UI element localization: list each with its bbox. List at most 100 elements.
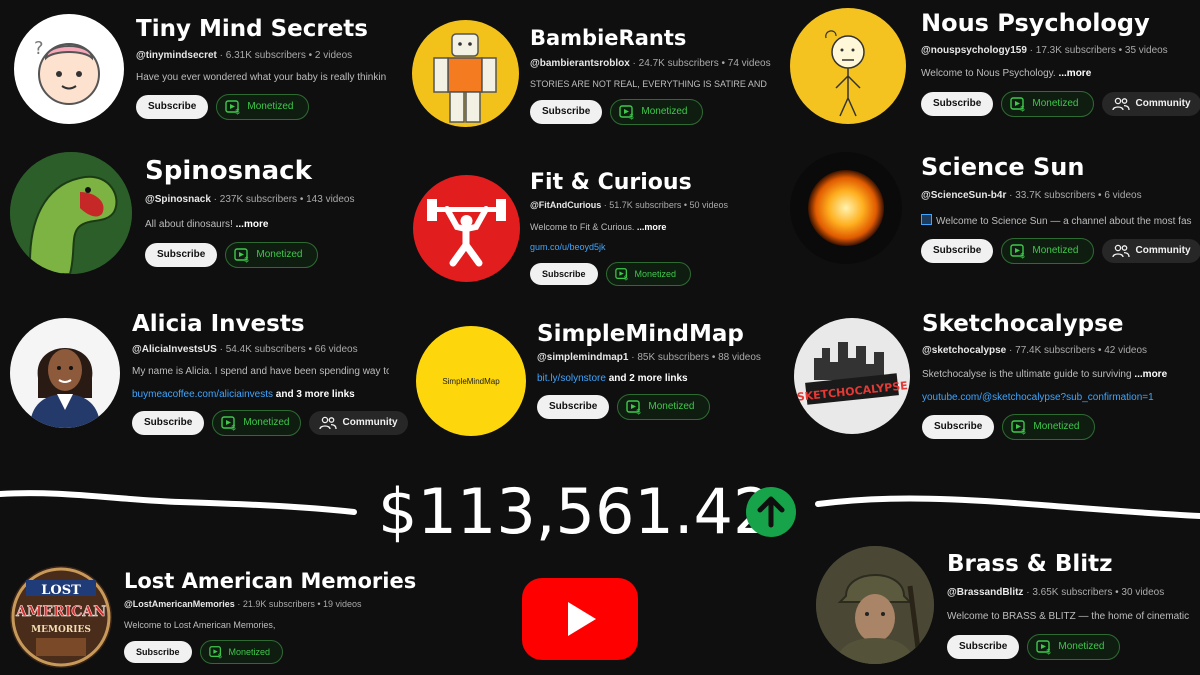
monetized-badge[interactable]: Monetized [1002,414,1095,440]
community-label: Community [342,417,398,428]
link-url[interactable]: buymeacoffee.com/aliciainvests [132,389,273,400]
description-text: Welcome to Fit & Curious. [530,222,635,232]
channel-name[interactable]: Lost American Memories [124,569,416,593]
channel-name[interactable]: Sketchocalypse [922,311,1123,337]
monetized-badge[interactable]: Monetized [199,640,284,664]
channel-handle: @sketchocalypse [922,345,1007,356]
channel-stats: @ScienceSun-b4r · 33.7K subscribers • 6 … [921,190,1142,201]
svg-text:?: ? [34,38,44,59]
more-link[interactable]: ...more [236,219,269,230]
channel-stats: @nouspsychology159 · 17.3K subscribers •… [921,45,1168,56]
channel-avatar[interactable] [413,175,520,282]
channel-counts: 6.31K subscribers • 2 videos [225,50,353,61]
channel-name[interactable]: SimpleMindMap [537,321,744,347]
stick-figure-icon [825,30,865,117]
dollar-play-icon [234,247,250,263]
subscribe-button[interactable]: Subscribe [145,243,218,267]
community-button[interactable]: Community [308,411,408,435]
subscribe-button[interactable]: Subscribe [124,641,192,663]
more-links[interactable]: and 2 more links [609,373,688,384]
monetized-badge[interactable]: Monetized [216,94,309,120]
weightlifter-icon [427,199,506,267]
channel-link[interactable]: youtube.com/@sketchocalypse?sub_confirma… [922,392,1154,403]
monetized-badge[interactable]: Monetized [605,262,692,286]
subscribe-button[interactable]: Subscribe [530,263,598,285]
channel-avatar[interactable] [10,318,120,428]
channel-avatar[interactable] [790,152,902,264]
channel-handle: @ScienceSun-b4r [921,190,1007,201]
channel-counts: 33.7K subscribers • 6 videos [1015,190,1142,201]
more-link[interactable]: ...more [1134,369,1167,380]
channel-avatar[interactable] [816,546,934,664]
monetized-label: Monetized [256,249,303,260]
monetized-badge[interactable]: Monetized [1001,91,1094,117]
channel-avatar[interactable] [790,8,906,124]
dollar-play-icon [615,267,629,281]
people-icon [1112,244,1130,258]
channel-handle: @AliciaInvestsUS [132,344,217,355]
channel-avatar[interactable] [10,152,132,274]
subscribe-button[interactable]: Subscribe [530,100,603,124]
channel-name[interactable]: Tiny Mind Secrets [136,16,368,42]
community-label: Community [1135,245,1191,256]
channel-counts: 17.3K subscribers • 35 videos [1035,45,1168,56]
dinosaur-icon [10,152,132,274]
community-button[interactable]: Community [1101,239,1200,263]
monetized-badge[interactable]: Monetized [1027,634,1120,660]
monetized-badge[interactable]: Monetized [212,410,301,436]
channel-stats: @bambierantsroblox · 24.7K subscribers •… [530,58,771,69]
channel-description: STORIES ARE NOT REAL, EVERYTHING IS SATI… [530,79,767,89]
channel-stats: @BrassandBlitz · 3.65K subscribers • 30 … [947,587,1165,598]
soldier-icon [816,546,934,664]
subscribe-button[interactable]: Subscribe [537,395,610,419]
channel-description: Have you ever wondered what your baby is… [136,72,386,83]
subscribe-button[interactable]: Subscribe [922,415,995,439]
channel-name[interactable]: Nous Psychology [921,9,1150,37]
subscribe-button[interactable]: Subscribe [921,92,994,116]
channel-name[interactable]: Fit & Curious [530,170,692,195]
channel-name[interactable]: Alicia Invests [132,311,305,337]
more-link[interactable]: ...more [637,222,667,232]
monetized-badge[interactable]: Monetized [610,99,703,125]
channel-avatar[interactable]: LOST AMERICAN MEMORIES [10,566,112,668]
channel-avatar[interactable]: SKETCHOCALYPSE [794,318,910,434]
channel-link[interactable]: buymeacoffee.com/aliciainvests and 3 mor… [132,389,355,400]
monetized-badge[interactable]: Monetized [1001,238,1094,264]
channel-name[interactable]: Spinosnack [145,156,312,186]
more-link[interactable]: ...more [1058,68,1091,79]
checkbox-icon [921,214,932,225]
subscribe-button[interactable]: Subscribe [132,411,205,435]
channel-name[interactable]: Science Sun [921,153,1084,181]
channel-actions: Subscribe Monetized [530,99,703,125]
channel-avatar[interactable]: ? [14,14,124,124]
arrow-up-icon [746,487,796,537]
channel-stats: @FitAndCurious · 51.7K subscribers • 50 … [530,200,728,210]
link-url[interactable]: bit.ly/solynstore [537,373,606,384]
channel-description: Welcome to Fit & Curious. ...more [530,222,770,232]
channel-handle: @bambierantsroblox [530,58,630,69]
channel-stats: @AliciaInvestsUS · 54.4K subscribers • 6… [132,344,358,355]
woman-avatar-icon [30,348,100,428]
subscribe-button[interactable]: Subscribe [921,239,994,263]
channel-actions: Subscribe Monetized Community [921,238,1200,264]
channel-name[interactable]: BambieRants [530,26,686,50]
subscribe-button[interactable]: Subscribe [136,95,209,119]
channel-name[interactable]: Brass & Blitz [947,551,1113,577]
description-text: Welcome to Science Sun — a channel about… [936,216,1192,227]
description-text: All about dinosaurs! [145,219,233,230]
channel-link[interactable]: gum.co/u/beoyd5jk [530,242,606,252]
channel-link[interactable]: bit.ly/solynstore and 2 more links [537,373,688,384]
monetized-label: Monetized [634,269,677,279]
channel-avatar[interactable] [412,20,519,127]
more-links[interactable]: and 3 more links [276,389,355,400]
monetized-badge[interactable]: Monetized [617,394,710,420]
monetized-badge[interactable]: Monetized [225,242,318,268]
channel-stats: @sketchocalypse · 77.4K subscribers • 42… [922,345,1148,356]
channel-avatar[interactable]: SimpleMindMap [416,326,526,436]
community-button[interactable]: Community [1101,92,1200,116]
community-label: Community [1135,98,1191,109]
sun-icon [808,170,884,246]
subscribe-button[interactable]: Subscribe [947,635,1020,659]
channel-description: Welcome to Lost American Memories, [124,620,276,630]
monetized-label: Monetized [243,417,290,428]
